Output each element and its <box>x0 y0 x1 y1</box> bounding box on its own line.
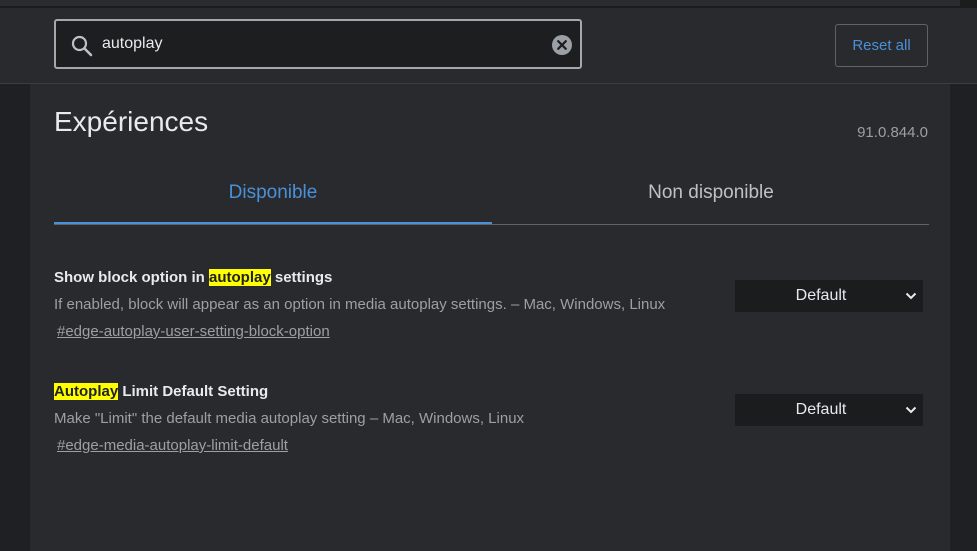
clear-icon[interactable] <box>552 35 572 55</box>
search-match-highlight: autoplay <box>209 269 271 286</box>
top-strip <box>0 0 977 8</box>
experiment-title-suffix: Limit Default Setting <box>118 383 269 400</box>
main-content: Expériences 91.0.844.0 Disponible Non di… <box>30 84 950 551</box>
header: Reset all <box>0 8 977 84</box>
reset-all-button[interactable]: Reset all <box>835 24 928 67</box>
search-icon <box>71 35 93 57</box>
search-match-highlight: Autoplay <box>54 383 119 400</box>
tab-unavailable[interactable]: Non disponible <box>492 164 930 223</box>
experiment-title: Autoplay Limit Default Setting <box>54 383 268 400</box>
experiment-permalink[interactable]: #edge-media-autoplay-limit-default <box>57 437 288 454</box>
select-value: Default <box>795 401 847 418</box>
experiment-description: If enabled, block will appear as an opti… <box>54 296 666 313</box>
chevron-down-icon <box>905 406 917 414</box>
experiment-title: Show block option in autoplay settings <box>54 269 332 286</box>
version-label: 91.0.844.0 <box>857 124 928 141</box>
experiment-title-suffix: settings <box>270 269 333 286</box>
left-gutter <box>0 84 30 551</box>
tab-available[interactable]: Disponible <box>54 164 492 224</box>
right-gutter <box>950 84 977 551</box>
experiment-description: Make "Limit" the default media autoplay … <box>54 410 525 427</box>
experiment-title-prefix: Show block option in <box>54 269 209 286</box>
tab-bar: Disponible Non disponible <box>54 164 929 225</box>
search-box[interactable] <box>54 19 582 69</box>
experiment-permalink[interactable]: #edge-autoplay-user-setting-block-option <box>57 323 330 340</box>
experiment-state-select[interactable]: Default <box>735 280 923 312</box>
page-title: Expériences <box>54 106 209 137</box>
top-strip-bar <box>0 0 960 6</box>
chevron-down-icon <box>905 292 917 300</box>
select-value: Default <box>795 287 847 304</box>
search-input[interactable] <box>102 21 542 67</box>
experiment-state-select[interactable]: Default <box>735 394 923 426</box>
